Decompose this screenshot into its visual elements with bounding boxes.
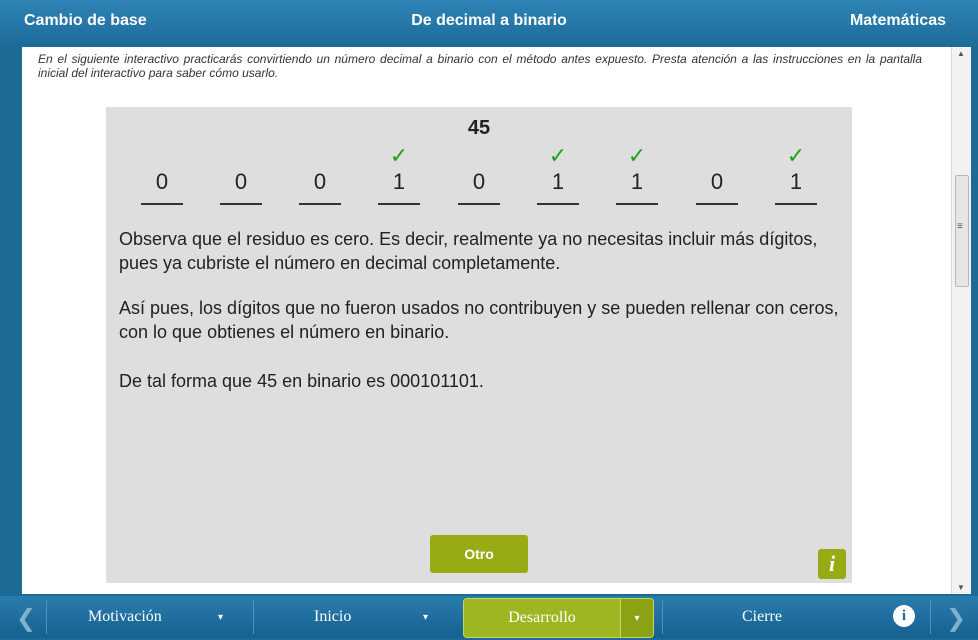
previous-arrow-icon[interactable]: ❮ — [16, 604, 36, 633]
binary-digit-slot[interactable]: ✓ 1 — [537, 145, 579, 205]
binary-digit-slot[interactable]: 0 — [220, 145, 262, 205]
nav-divider — [253, 600, 254, 634]
binary-digit-slot[interactable]: 0 — [458, 145, 500, 205]
scroll-thumb[interactable]: ≡ — [955, 175, 969, 287]
check-icon: ✓ — [389, 143, 409, 168]
digit-underline — [696, 203, 738, 205]
digit-underline — [458, 203, 500, 205]
nav-divider — [930, 600, 931, 634]
binary-digit-slot[interactable]: ✓ 1 — [378, 145, 420, 205]
check-icon: ✓ — [786, 143, 806, 168]
nav-item-inicio[interactable]: Inicio — [314, 596, 351, 638]
binary-digit: 0 — [234, 169, 248, 194]
digit-underline — [299, 203, 341, 205]
binary-digit: 0 — [472, 169, 486, 194]
intro-text: En el siguiente interactivo practicarás … — [38, 52, 922, 80]
grip-icon: ≡ — [957, 221, 963, 232]
binary-digit: 1 — [551, 169, 565, 194]
digit-underline — [775, 203, 817, 205]
nav-item-motivacion[interactable]: Motivación — [88, 596, 162, 638]
decimal-number: 45 — [467, 117, 491, 139]
chevron-down-icon[interactable]: ▾ — [620, 598, 654, 638]
nav-item-desarrollo[interactable]: Desarrollo — [463, 598, 621, 638]
bottom-navigation: ❮ Motivación ▾ Inicio ▾ Desarrollo ▾ Cie… — [0, 596, 978, 638]
chevron-down-icon[interactable]: ▾ — [423, 596, 428, 638]
top-header: Cambio de base De decimal a binario Mate… — [0, 0, 978, 44]
binary-digit-slot[interactable]: 0 — [141, 145, 183, 205]
binary-digit: 1 — [392, 169, 406, 194]
digit-underline — [537, 203, 579, 205]
nav-item-cierre[interactable]: Cierre — [742, 596, 782, 638]
otro-button[interactable]: Otro — [430, 535, 528, 573]
binary-digit: 0 — [155, 169, 169, 194]
binary-digit-slot[interactable]: ✓ 1 — [775, 145, 817, 205]
subject-title: Matemáticas — [849, 12, 946, 29]
explanation-paragraph-1: Observa que el residuo es cero. Es decir… — [119, 229, 818, 273]
next-arrow-icon[interactable]: ❯ — [946, 604, 966, 633]
explanation-paragraph-2: Así pues, los dígitos que no fueron usad… — [119, 298, 839, 342]
binary-digit: 1 — [789, 169, 803, 194]
vertical-scrollbar[interactable]: ▲ ≡ ▼ — [951, 47, 971, 594]
digit-underline — [616, 203, 658, 205]
digit-underline — [141, 203, 183, 205]
scroll-up-icon[interactable]: ▲ — [957, 49, 965, 58]
interactive-panel: 45 0 0 0 ✓ 1 0 ✓ 1 ✓ 1 0 ✓ 1 Observa que… — [106, 107, 852, 583]
binary-digit-slot[interactable]: 0 — [299, 145, 341, 205]
binary-digit-slot[interactable]: ✓ 1 — [616, 145, 658, 205]
binary-digit: 0 — [313, 169, 327, 194]
digit-underline — [220, 203, 262, 205]
check-icon: ✓ — [627, 143, 647, 168]
scroll-down-icon[interactable]: ▼ — [957, 583, 965, 592]
info-icon[interactable]: i — [893, 605, 915, 627]
check-icon: ✓ — [548, 143, 568, 168]
digit-underline — [378, 203, 420, 205]
nav-divider — [662, 600, 663, 634]
lesson-title: De decimal a binario — [411, 12, 567, 29]
binary-digit-slot[interactable]: 0 — [696, 145, 738, 205]
binary-digit: 0 — [710, 169, 724, 194]
result-paragraph: De tal forma que 45 en binario es 000101… — [119, 371, 484, 391]
chevron-down-icon[interactable]: ▾ — [218, 596, 223, 638]
nav-divider — [46, 600, 47, 634]
content-area: En el siguiente interactivo practicarás … — [22, 47, 951, 594]
info-icon[interactable]: i — [818, 549, 846, 579]
binary-digit: 1 — [630, 169, 644, 194]
